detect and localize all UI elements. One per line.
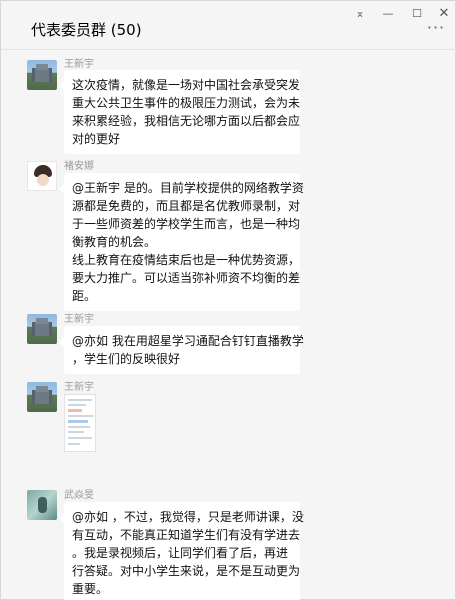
message-bubble[interactable]: @亦如 我在用超星学习通配合钉钉直播教学 ，学生们的反映很好 [59,326,304,374]
sender-name: 王新宇 [64,314,94,325]
message-bubble[interactable]: @王新宇 是的。目前学校提供的网络教学资 源都是免费的，而且都是名优教师录制，对… [59,173,304,311]
thumbnail-highlight [68,420,88,423]
message-line: @王新宇 是的。目前学校提供的网络教学资 [72,181,304,195]
sender-name: 褚安娜 [64,161,94,172]
thumbnail-highlight [68,409,82,412]
thumbnail-line [68,404,86,406]
message-bubble[interactable]: 这次疫情，就像是一场对中国社会承受突发 重大公共卫生事件的极限压力测试，会为未 … [59,70,301,154]
sender-name: 武焱旻 [64,490,94,501]
thumbnail-line [68,426,90,428]
title-bar: 代表委员群 (50) ⌅ — ☐ ✕ ··· [1,1,456,45]
group-title: 代表委员群 (50) [31,21,142,39]
message-line: 有互动，不能真正知道学生们有没有学进去 [72,528,301,542]
thumbnail-line [68,443,80,445]
message-line: 距。 [72,289,97,303]
message-line: @亦如 我在用超星学习通配合钉钉直播教学 [72,334,304,348]
message-line: @亦如 ，不过，我觉得，只是老师讲课，没 [72,510,304,524]
message-line: ，学生们的反映很好 [72,352,181,366]
message-line: 对的更好 [72,132,121,146]
message-line: 重大公共卫生事件的极限压力测试，会为未 [72,96,301,110]
sender-name: 王新宇 [64,59,94,70]
message-line: 衡教育的机会。 [72,235,157,249]
more-options-icon[interactable]: ··· [423,20,449,39]
pin-icon[interactable]: ⌅ [347,3,373,25]
message-line: 源都是免费的，而且都是名优教师录制，对 [72,199,301,213]
thumbnail-line [68,399,92,401]
message-line: 线上教育在疫情结束后也是一种优势资源， [72,253,301,267]
chat-window: 代表委员群 (50) ⌅ — ☐ ✕ ··· 王新宇 这次疫情，就像是一场对中国… [0,0,456,600]
thumbnail-line [68,415,93,417]
avatar-teal-photo[interactable] [27,490,57,520]
avatar-building-photo[interactable] [27,60,57,90]
avatar-building-photo[interactable] [27,314,57,344]
avatar-cartoon-girl[interactable] [27,161,57,191]
minimize-icon[interactable]: — [375,3,401,25]
message-line: 来积累经验，我相信无论哪方面以后都会应 [72,114,301,128]
message-line: 行答疑。对中小学生来说，是不是互动更为 [72,564,301,578]
sender-name: 王新宇 [64,382,94,393]
avatar-building-photo[interactable] [27,382,57,412]
message-line: 这次疫情，就像是一场对中国社会承受突发 [72,78,301,92]
thumbnail-line [68,431,84,433]
message-list[interactable]: 王新宇 这次疫情，就像是一场对中国社会承受突发 重大公共卫生事件的极限压力测试，… [1,50,456,600]
message-line: 要大力推广。可以适当弥补师资不均衡的差 [72,271,301,285]
image-message-thumbnail[interactable] [64,394,96,452]
message-line: 重要。 [72,582,109,596]
message-bubble[interactable]: @亦如 ，不过，我觉得，只是老师讲课，没 有互动，不能真正知道学生们有没有学进去… [59,502,304,600]
message-line: 。我是录视频后，让同学们看了后，再进 [72,546,289,560]
thumbnail-line [68,437,92,439]
message-line: 于一些师资差的学校学生而言，也是一种均 [72,217,301,231]
